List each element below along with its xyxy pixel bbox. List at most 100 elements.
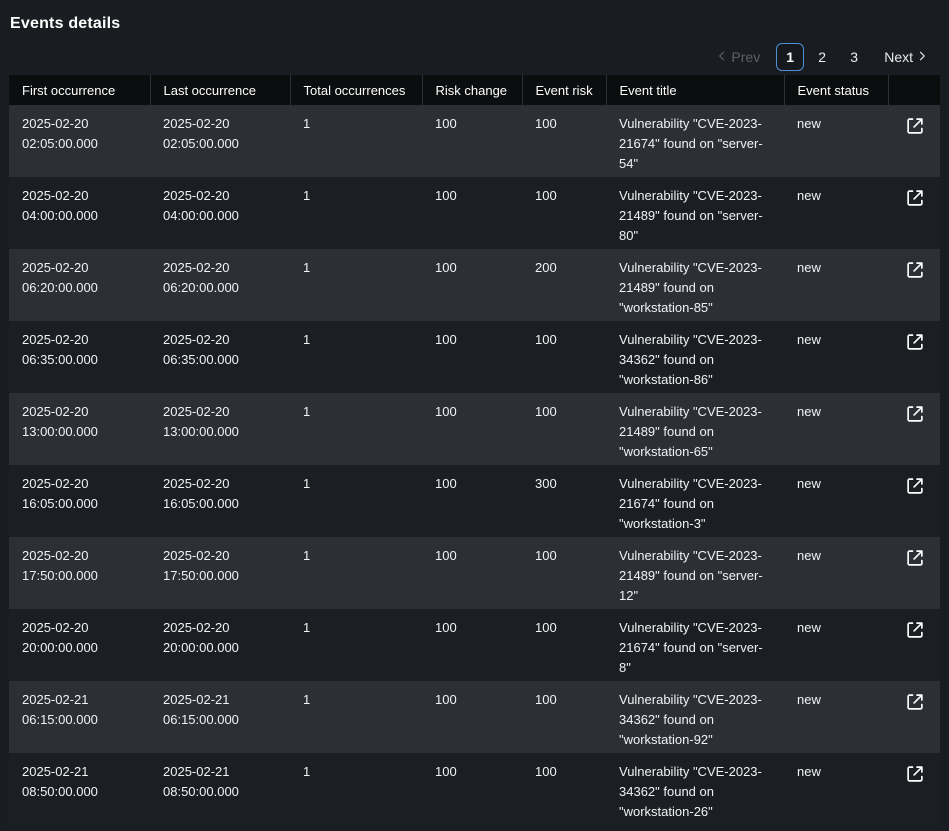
open-event-button[interactable] [904,403,926,425]
cell-last-occurrence: 2025-02-21 08:50:00.000 [150,753,290,825]
page-title: Events details [10,15,949,33]
pagination: Prev 1 2 3 Next [0,43,932,71]
cell-first-occurrence: 2025-02-20 13:00:00.000 [9,393,150,465]
cell-event-risk: 300 [522,465,606,537]
open-event-button[interactable] [904,691,926,713]
page-button-2[interactable]: 2 [808,43,836,71]
external-link-icon [904,485,926,500]
cell-first-occurrence: 2025-02-20 16:05:00.000 [9,465,150,537]
cell-total-occurrences: 1 [290,249,422,321]
cell-risk-change: 100 [422,465,522,537]
cell-total-occurrences: 1 [290,753,422,825]
cell-last-occurrence: 2025-02-20 04:00:00.000 [150,177,290,249]
cell-first-occurrence: 2025-02-21 06:15:00.000 [9,681,150,753]
column-header-event-status: Event status [784,75,888,105]
open-event-button[interactable] [904,547,926,569]
cell-last-occurrence: 2025-02-20 17:50:00.000 [150,537,290,609]
cell-event-title: Vulnerability "CVE-2023-21489" found on … [606,393,784,465]
table-row: 2025-02-21 06:15:00.000 2025-02-21 06:15… [9,681,940,753]
cell-last-occurrence: 2025-02-21 06:15:00.000 [150,681,290,753]
cell-event-title: Vulnerability "CVE-2023-34362" found on … [606,321,784,393]
page-button-1[interactable]: 1 [776,43,804,71]
cell-event-risk: 100 [522,609,606,681]
cell-event-status: new [784,105,888,177]
cell-event-risk: 100 [522,393,606,465]
cell-event-status: new [784,609,888,681]
cell-actions [888,609,940,681]
cell-risk-change: 100 [422,537,522,609]
external-link-icon [904,269,926,284]
cell-event-status: new [784,393,888,465]
cell-event-status: new [784,321,888,393]
open-event-button[interactable] [904,619,926,641]
cell-actions [888,105,940,177]
cell-total-occurrences: 1 [290,321,422,393]
cell-total-occurrences: 1 [290,537,422,609]
cell-last-occurrence: 2025-02-20 06:35:00.000 [150,321,290,393]
table-row: 2025-02-20 02:05:00.000 2025-02-20 02:05… [9,105,940,177]
table-row: 2025-02-21 08:50:00.000 2025-02-21 08:50… [9,753,940,825]
cell-first-occurrence: 2025-02-20 02:05:00.000 [9,105,150,177]
external-link-icon [904,557,926,572]
cell-risk-change: 100 [422,681,522,753]
events-table-header: First occurrence Last occurrence Total o… [9,75,940,105]
cell-total-occurrences: 1 [290,177,422,249]
next-page-label: Next [884,49,913,65]
table-row: 2025-02-20 04:00:00.000 2025-02-20 04:00… [9,177,940,249]
table-row: 2025-02-20 06:20:00.000 2025-02-20 06:20… [9,249,940,321]
cell-event-risk: 100 [522,177,606,249]
external-link-icon [904,125,926,140]
column-header-event-risk: Event risk [522,75,606,105]
cell-first-occurrence: 2025-02-20 17:50:00.000 [9,537,150,609]
cell-event-risk: 200 [522,249,606,321]
next-page-button[interactable]: Next [880,43,932,71]
cell-risk-change: 100 [422,177,522,249]
events-table: First occurrence Last occurrence Total o… [9,75,940,825]
events-table-body: 2025-02-20 02:05:00.000 2025-02-20 02:05… [9,105,940,825]
external-link-icon [904,629,926,644]
cell-actions [888,177,940,249]
table-row: 2025-02-20 06:35:00.000 2025-02-20 06:35… [9,321,940,393]
open-event-button[interactable] [904,115,926,137]
cell-last-occurrence: 2025-02-20 16:05:00.000 [150,465,290,537]
cell-first-occurrence: 2025-02-20 06:20:00.000 [9,249,150,321]
cell-last-occurrence: 2025-02-20 13:00:00.000 [150,393,290,465]
cell-risk-change: 100 [422,753,522,825]
cell-actions [888,681,940,753]
open-event-button[interactable] [904,259,926,281]
page-button-3[interactable]: 3 [840,43,868,71]
open-event-button[interactable] [904,475,926,497]
external-link-icon [904,773,926,788]
cell-actions [888,393,940,465]
cell-risk-change: 100 [422,321,522,393]
cell-actions [888,537,940,609]
cell-total-occurrences: 1 [290,105,422,177]
cell-event-title: Vulnerability "CVE-2023-34362" found on … [606,681,784,753]
cell-event-title: Vulnerability "CVE-2023-21489" found on … [606,537,784,609]
column-header-risk-change: Risk change [422,75,522,105]
prev-page-label: Prev [731,49,760,65]
cell-risk-change: 100 [422,105,522,177]
cell-event-status: new [784,753,888,825]
column-header-last-occurrence: Last occurrence [150,75,290,105]
cell-last-occurrence: 2025-02-20 06:20:00.000 [150,249,290,321]
cell-actions [888,249,940,321]
prev-page-button[interactable]: Prev [712,43,764,71]
cell-event-title: Vulnerability "CVE-2023-21674" found on … [606,105,784,177]
cell-actions [888,465,940,537]
open-event-button[interactable] [904,187,926,209]
cell-event-risk: 100 [522,321,606,393]
table-row: 2025-02-20 13:00:00.000 2025-02-20 13:00… [9,393,940,465]
column-header-total-occurrences: Total occurrences [290,75,422,105]
cell-event-risk: 100 [522,681,606,753]
external-link-icon [904,413,926,428]
open-event-button[interactable] [904,763,926,785]
cell-total-occurrences: 1 [290,465,422,537]
column-header-event-title: Event title [606,75,784,105]
column-header-actions [888,75,940,105]
cell-first-occurrence: 2025-02-20 20:00:00.000 [9,609,150,681]
cell-first-occurrence: 2025-02-21 08:50:00.000 [9,753,150,825]
cell-risk-change: 100 [422,609,522,681]
open-event-button[interactable] [904,331,926,353]
cell-actions [888,321,940,393]
